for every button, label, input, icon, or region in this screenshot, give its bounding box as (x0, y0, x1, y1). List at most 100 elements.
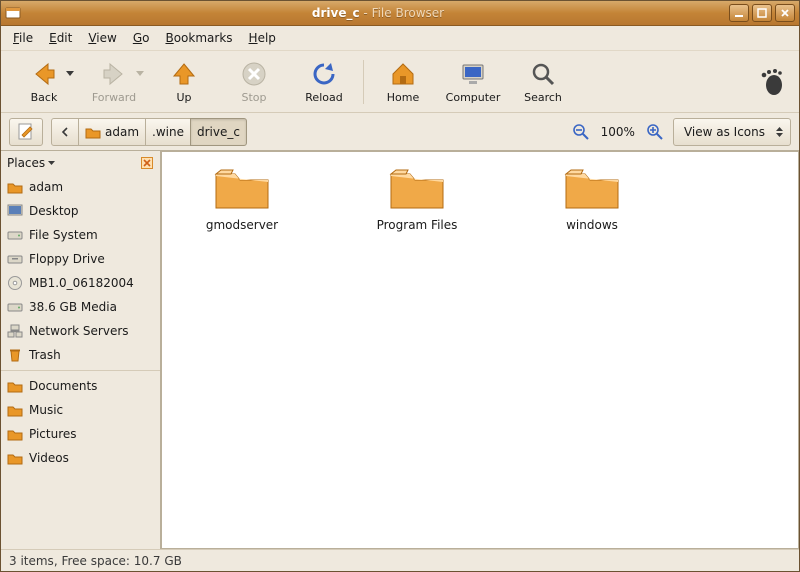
close-button[interactable] (775, 4, 795, 22)
forward-label: Forward (92, 91, 136, 104)
sidebar-item-label: Videos (29, 451, 69, 465)
menu-bookmarks[interactable]: Bookmarks (159, 29, 238, 47)
home-button[interactable]: Home (368, 54, 438, 110)
path-segment-wine[interactable]: .wine (145, 118, 191, 146)
folder-icon (7, 450, 23, 466)
path-segment-drive-c[interactable]: drive_c (190, 118, 247, 146)
toolbar: Back Forward Up Stop Reload Home Compute… (1, 51, 799, 113)
sidebar-item-media[interactable]: 38.6 GB Media (1, 295, 160, 319)
sidebar-item-label: Desktop (29, 204, 79, 218)
zoom-out-icon (572, 123, 590, 141)
search-button[interactable]: Search (508, 54, 578, 110)
zoom-controls: 100% (571, 122, 665, 142)
search-icon (529, 60, 557, 88)
folder-icon (388, 164, 446, 212)
menu-help[interactable]: Help (243, 29, 282, 47)
path-bar: adam .wine drive_c (51, 118, 247, 146)
window-title-folder: drive_c (312, 6, 360, 20)
zoom-in-button[interactable] (645, 122, 665, 142)
back-label: Back (31, 91, 58, 104)
path-overflow-button[interactable] (51, 118, 79, 146)
file-item-program-files[interactable]: Program Files (357, 164, 477, 232)
stop-button[interactable]: Stop (219, 54, 289, 110)
view-mode-label: View as Icons (684, 125, 765, 139)
folder-icon (213, 164, 271, 212)
disc-icon (7, 275, 23, 291)
path-segment-root[interactable]: adam (78, 118, 146, 146)
file-item-gmodserver[interactable]: gmodserver (182, 164, 302, 232)
view-mode-selector[interactable]: View as Icons (673, 118, 791, 146)
sidebar-separator (1, 370, 160, 371)
minimize-button[interactable] (729, 4, 749, 22)
titlebar: drive_c - File Browser (1, 1, 799, 26)
sidebar-item-desktop[interactable]: Desktop (1, 199, 160, 223)
sidebar-item-label: MB1.0_06182004 (29, 276, 134, 290)
folder-icon (7, 402, 23, 418)
file-item-windows[interactable]: windows (532, 164, 652, 232)
reload-icon (310, 60, 338, 88)
search-label: Search (524, 91, 562, 104)
sidebar-bookmark-videos[interactable]: Videos (1, 446, 160, 470)
window-controls (729, 4, 795, 22)
up-button[interactable]: Up (149, 54, 219, 110)
file-label: gmodserver (206, 218, 278, 232)
folder-icon (7, 378, 23, 394)
sidebar-bookmark-music[interactable]: Music (1, 398, 160, 422)
back-button[interactable]: Back (9, 54, 79, 110)
gnome-foot-icon (756, 67, 786, 97)
network-icon (7, 323, 23, 339)
app-icon (5, 5, 21, 21)
drive-icon (7, 227, 23, 243)
menu-edit[interactable]: Edit (43, 29, 78, 47)
edit-location-button[interactable] (9, 118, 43, 146)
status-text: 3 items, Free space: 10.7 GB (9, 554, 182, 568)
forward-button[interactable]: Forward (79, 54, 149, 110)
workarea: Places adam Desktop File System Flopp (1, 151, 799, 549)
sidebar-item-filesystem[interactable]: File System (1, 223, 160, 247)
locationbar: adam .wine drive_c 100% View as Icons (1, 113, 799, 151)
forward-dropdown-icon[interactable] (135, 68, 145, 78)
throbber (751, 67, 791, 97)
file-pane[interactable]: gmodserver Program Files windows (161, 151, 799, 549)
home-icon (389, 60, 417, 88)
desktop-icon (7, 203, 23, 219)
up-arrow-icon (170, 60, 198, 88)
close-icon (141, 157, 153, 169)
path-segment-drive-c-label: drive_c (197, 125, 240, 139)
folder-icon (563, 164, 621, 212)
sidebar-item-adam[interactable]: adam (1, 175, 160, 199)
home-label: Home (387, 91, 419, 104)
chevron-down-icon (47, 160, 56, 166)
menu-view[interactable]: View (82, 29, 122, 47)
sidebar-bookmark-pictures[interactable]: Pictures (1, 422, 160, 446)
drive-icon (7, 251, 23, 267)
reload-button[interactable]: Reload (289, 54, 359, 110)
sidebar-item-label: Trash (29, 348, 61, 362)
close-sidebar-button[interactable] (140, 156, 154, 170)
drive-icon (7, 299, 23, 315)
stop-label: Stop (241, 91, 266, 104)
menu-go[interactable]: Go (127, 29, 156, 47)
sidebar-item-disc[interactable]: MB1.0_06182004 (1, 271, 160, 295)
computer-icon (459, 60, 487, 88)
sidebar-item-label: File System (29, 228, 98, 242)
folder-home-icon (7, 179, 23, 195)
computer-button[interactable]: Computer (438, 54, 508, 110)
sidebar-item-trash[interactable]: Trash (1, 343, 160, 367)
zoom-out-button[interactable] (571, 122, 591, 142)
menu-file[interactable]: File (7, 29, 39, 47)
sidebar-item-label: Music (29, 403, 63, 417)
maximize-button[interactable] (752, 4, 772, 22)
back-dropdown-icon[interactable] (65, 68, 75, 78)
sidebar-bookmark-documents[interactable]: Documents (1, 374, 160, 398)
sidebar-item-network[interactable]: Network Servers (1, 319, 160, 343)
sidebar-item-label: Network Servers (29, 324, 129, 338)
sidebar-item-label: 38.6 GB Media (29, 300, 117, 314)
sidebar-item-floppy[interactable]: Floppy Drive (1, 247, 160, 271)
sidebar: Places adam Desktop File System Flopp (1, 151, 161, 549)
reload-label: Reload (305, 91, 342, 104)
window-title: drive_c - File Browser (27, 6, 729, 20)
sidebar-header[interactable]: Places (1, 151, 160, 175)
sidebar-item-label: adam (29, 180, 63, 194)
sidebar-item-label: Floppy Drive (29, 252, 105, 266)
